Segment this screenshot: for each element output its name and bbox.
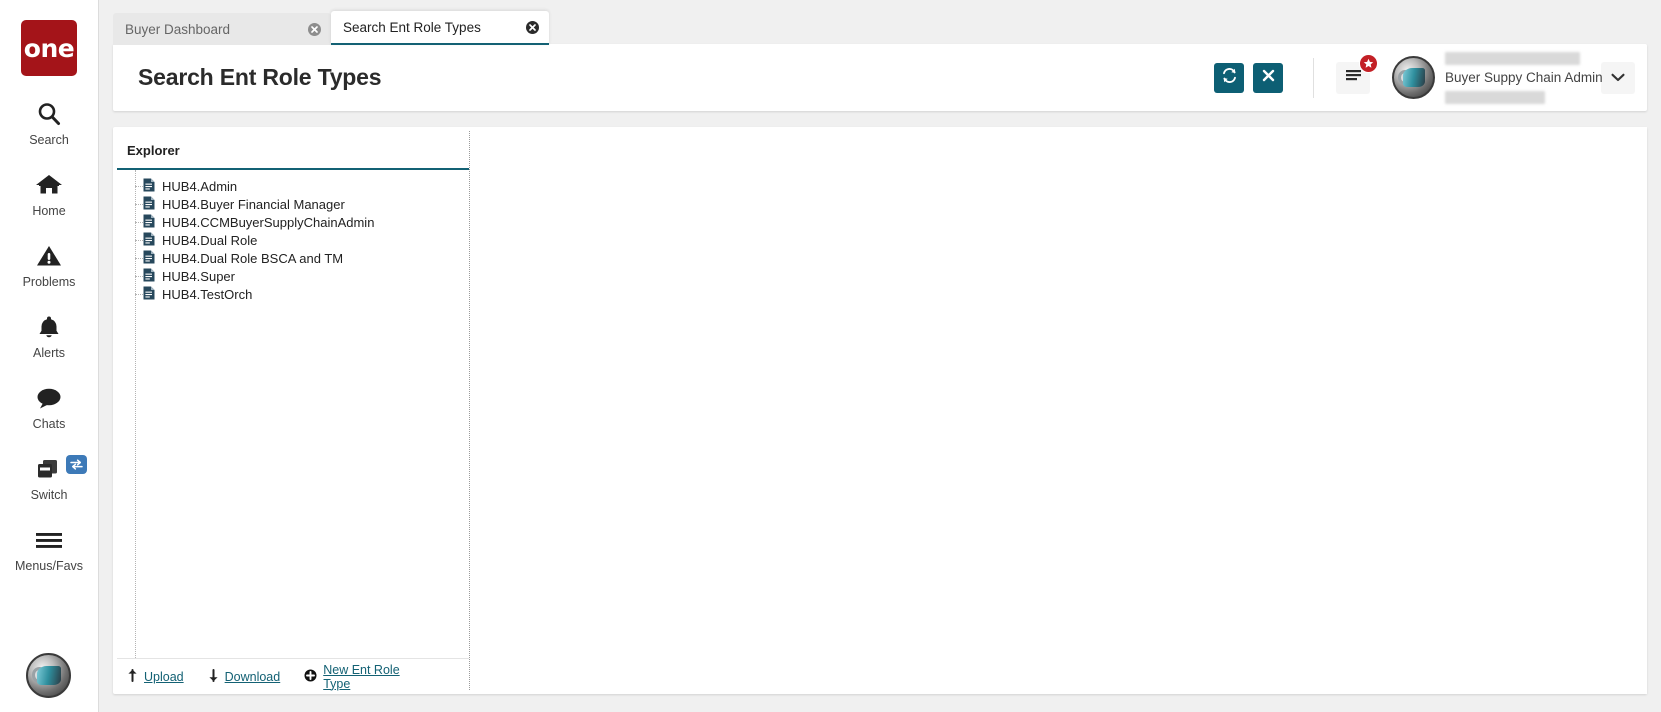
redacted-company-name <box>1445 51 1580 65</box>
hamburger-icon <box>34 524 64 556</box>
tree-item[interactable]: HUB4.Super <box>117 267 469 285</box>
header-actions: Buyer Suppy Chain Admin <box>1205 44 1647 111</box>
sidebar-item-switch[interactable]: Switch <box>0 453 99 502</box>
close-page-button[interactable] <box>1253 62 1283 93</box>
sidebar-item-label: Problems <box>22 275 76 289</box>
tree-item-label: HUB4.CCMBuyerSupplyChainAdmin <box>162 214 375 230</box>
document-icon <box>143 196 155 213</box>
tree-item[interactable]: HUB4.CCMBuyerSupplyChainAdmin <box>117 213 469 231</box>
redacted-user-id <box>1445 90 1545 104</box>
tab-strip: Buyer Dashboard Search Ent Role Types <box>113 11 549 45</box>
user-role-label: Buyer Suppy Chain Admin <box>1445 69 1603 85</box>
detail-pane <box>470 127 1647 694</box>
download-label: Download <box>224 669 281 684</box>
upload-link[interactable]: Upload <box>127 668 184 685</box>
document-icon <box>143 286 155 303</box>
logo-text: one <box>23 33 75 63</box>
switch-windows-icon <box>34 453 64 485</box>
tree-item[interactable]: HUB4.Admin <box>117 177 469 195</box>
page-title: Search Ent Role Types <box>138 64 382 90</box>
arrow-down-icon <box>208 668 219 685</box>
document-icon <box>143 268 155 285</box>
user-info-block: Buyer Suppy Chain Admin <box>1443 50 1603 106</box>
tab-label: Buyer Dashboard <box>125 21 231 37</box>
page-header: Search Ent Role Types Buyer Suppy Chain … <box>113 44 1647 111</box>
hamburger-menu-icon <box>1345 68 1362 87</box>
main-region: Buyer Dashboard Search Ent Role Types Se… <box>99 0 1661 712</box>
sidebar-item-label: Home <box>32 204 66 218</box>
chevron-down-icon <box>1611 69 1625 87</box>
header-divider <box>1313 57 1314 98</box>
user-menu-button[interactable] <box>1601 61 1635 94</box>
sidebar-item-menus-favs[interactable]: Menus/Favs <box>0 524 99 573</box>
document-icon <box>143 214 155 231</box>
new-ent-role-type-link[interactable]: New Ent Role Type <box>304 663 427 691</box>
explorer-tree[interactable]: HUB4.Admin HUB4.Buyer Financial Manager … <box>117 170 469 658</box>
chat-bubble-icon <box>35 382 63 414</box>
tree-item-label: HUB4.TestOrch <box>162 286 253 302</box>
tab-buyer-dashboard[interactable]: Buyer Dashboard <box>113 13 331 45</box>
tree-item-label: HUB4.Buyer Financial Manager <box>162 196 345 212</box>
arrow-up-icon <box>127 668 138 685</box>
plus-circle-icon <box>304 669 317 685</box>
document-icon <box>143 232 155 249</box>
tree-item-label: HUB4.Dual Role <box>162 232 258 248</box>
content-card: Explorer HUB4.Admin HUB4.Buyer Financial… <box>113 127 1647 694</box>
sidebar-item-label: Alerts <box>33 346 65 360</box>
star-icon <box>1359 53 1378 73</box>
explorer-footer: Upload Download New Ent Role Type <box>117 658 469 694</box>
tab-search-ent-role-types[interactable]: Search Ent Role Types <box>331 11 549 45</box>
download-link[interactable]: Download <box>208 668 281 685</box>
tab-label: Search Ent Role Types <box>343 19 481 35</box>
sidebar-item-label: Search <box>29 133 69 147</box>
user-avatar[interactable] <box>1392 56 1435 99</box>
left-navigation-sidebar: one Search Home Problems Alerts Chats Sw… <box>0 0 99 712</box>
sidebar-item-label: Menus/Favs <box>14 559 84 573</box>
search-icon <box>36 98 62 130</box>
tree-item[interactable]: HUB4.Dual Role BSCA and TM <box>117 249 469 267</box>
sidebar-item-chats[interactable]: Chats <box>0 382 99 431</box>
document-icon <box>143 250 155 267</box>
refresh-icon <box>1221 67 1238 89</box>
tree-item-label: HUB4.Admin <box>162 178 238 194</box>
tree-item[interactable]: HUB4.TestOrch <box>117 285 469 303</box>
tree-item-label: HUB4.Dual Role BSCA and TM <box>162 250 344 266</box>
sidebar-item-label: Chats <box>32 417 66 431</box>
avatar-detail-shape <box>37 665 61 686</box>
swap-arrows-icon[interactable] <box>65 455 87 474</box>
warning-triangle-icon <box>35 240 63 272</box>
tree-item[interactable]: HUB4.Dual Role <box>117 231 469 249</box>
sidebar-item-label: Switch <box>30 488 68 502</box>
explorer-panel: Explorer HUB4.Admin HUB4.Buyer Financial… <box>113 127 469 694</box>
sidebar-item-search[interactable]: Search <box>0 98 99 147</box>
sidebar-item-problems[interactable]: Problems <box>0 240 99 289</box>
home-icon <box>35 169 63 201</box>
document-icon <box>143 178 155 195</box>
sidebar-avatar[interactable] <box>26 653 71 698</box>
refresh-button[interactable] <box>1214 62 1244 93</box>
tree-item[interactable]: HUB4.Buyer Financial Manager <box>117 195 469 213</box>
sidebar-item-alerts[interactable]: Alerts <box>0 311 99 360</box>
new-ent-role-type-label: New Ent Role Type <box>323 662 400 691</box>
close-circle-icon[interactable] <box>308 22 321 36</box>
bell-icon <box>36 311 62 343</box>
application-window: one Search Home Problems Alerts Chats Sw… <box>0 0 1661 712</box>
tree-item-label: HUB4.Super <box>162 268 235 284</box>
avatar-detail-shape <box>1402 68 1426 87</box>
explorer-title: Explorer <box>117 127 469 170</box>
sidebar-item-home[interactable]: Home <box>0 169 99 218</box>
upload-label: Upload <box>144 669 184 684</box>
x-icon <box>1261 68 1276 88</box>
one-network-logo[interactable]: one <box>21 20 77 76</box>
close-circle-icon[interactable] <box>526 20 539 34</box>
favorites-menu-button[interactable] <box>1336 53 1378 94</box>
